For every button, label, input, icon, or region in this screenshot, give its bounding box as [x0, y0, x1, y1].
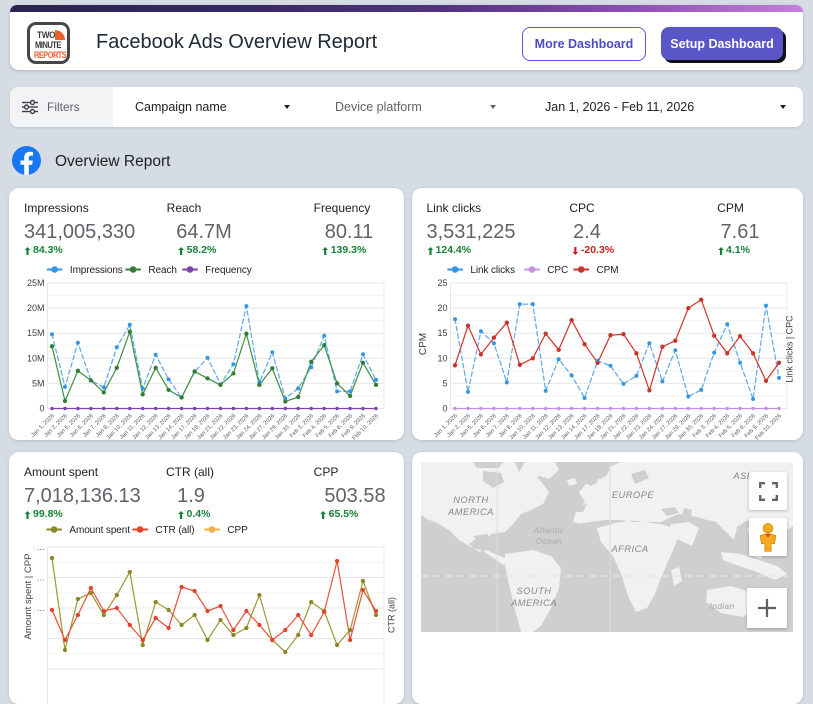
svg-text:CPM: CPM	[418, 333, 429, 355]
svg-text:NORTH: NORTH	[453, 495, 488, 505]
svg-text:AMERICA: AMERICA	[510, 598, 557, 608]
svg-text:5: 5	[442, 378, 447, 388]
svg-text:0: 0	[39, 404, 44, 414]
svg-text:Amount spent | CPP: Amount spent | CPP	[23, 554, 34, 640]
svg-text:AFRICA: AFRICA	[610, 544, 648, 554]
svg-text:10M: 10M	[27, 353, 45, 363]
svg-text:Indian: Indian	[710, 601, 735, 611]
svg-text:SOUTH: SOUTH	[516, 586, 551, 596]
svg-text:...: ...	[37, 573, 45, 583]
svg-text:25: 25	[437, 278, 447, 288]
svg-text:CPM: CPM	[596, 265, 618, 276]
svg-text:CTR (all): CTR (all)	[387, 597, 397, 633]
svg-text:Impressions: Impressions	[70, 265, 123, 276]
svg-text:15: 15	[437, 328, 447, 338]
svg-text:15M: 15M	[27, 328, 45, 338]
svg-text:Atlantic: Atlantic	[533, 525, 565, 535]
svg-text:Frequency: Frequency	[205, 265, 251, 276]
svg-text:...: ...	[37, 542, 45, 552]
svg-text:0: 0	[442, 404, 447, 414]
svg-text:Link clicks: Link clicks	[470, 265, 515, 276]
svg-text:CTR (all): CTR (all)	[155, 525, 194, 536]
svg-text:Amount spent: Amount spent	[69, 525, 130, 536]
svg-text:25M: 25M	[27, 278, 45, 288]
svg-text:EUROPE: EUROPE	[612, 490, 655, 500]
svg-text:CPP: CPP	[227, 525, 248, 536]
svg-text:20M: 20M	[27, 303, 45, 313]
svg-text:Link clicks | CPC: Link clicks | CPC	[784, 315, 794, 383]
svg-text:10: 10	[437, 353, 447, 363]
svg-text:5M: 5M	[32, 378, 45, 388]
svg-text:CPC: CPC	[547, 265, 568, 276]
svg-text:AMERICA: AMERICA	[447, 507, 494, 517]
svg-text:20: 20	[437, 303, 447, 313]
svg-text:Ocean: Ocean	[536, 536, 563, 546]
svg-text:Reach: Reach	[148, 265, 176, 276]
